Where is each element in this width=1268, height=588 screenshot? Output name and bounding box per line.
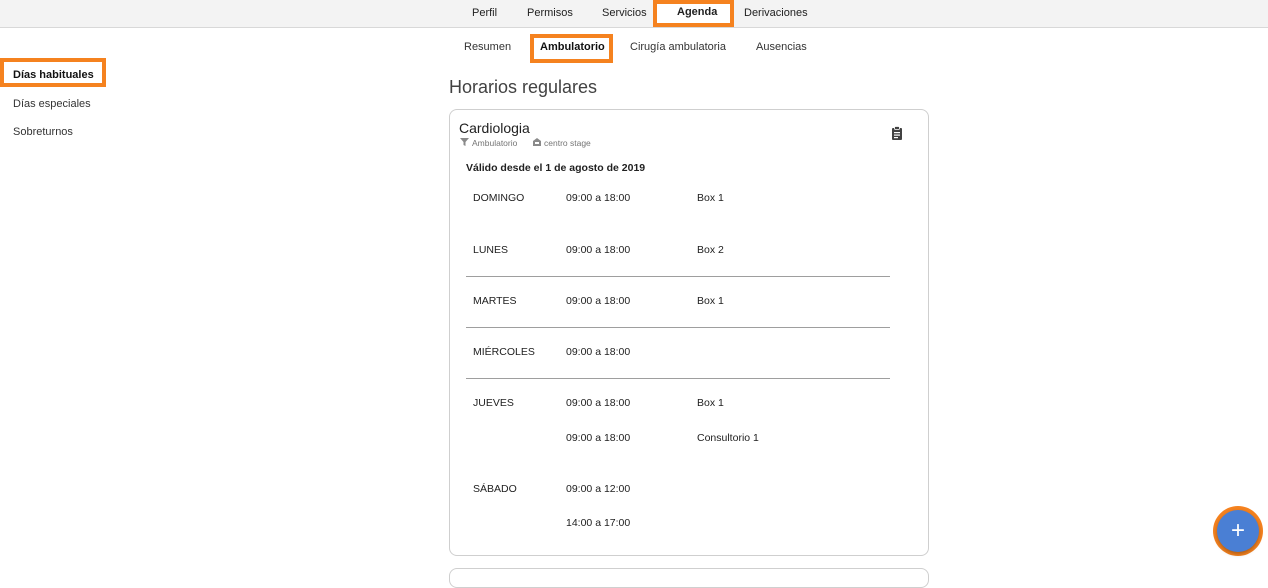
schedule-card: Cardiologia Ambulatorio centro stage Vál… — [449, 109, 929, 556]
schedule-room: Box 1 — [697, 397, 724, 409]
card-type-label: Ambulatorio — [472, 138, 518, 148]
schedule-time: 09:00 a 18:00 — [566, 432, 631, 444]
schedule-day: MARTES — [473, 295, 517, 307]
card-center-label: centro stage — [544, 138, 591, 148]
page-title: Horarios regulares — [449, 77, 598, 97]
sidebar-item-sobreturnos[interactable]: Sobreturnos — [13, 126, 73, 138]
tab-derivaciones[interactable]: Derivaciones — [744, 0, 808, 27]
schedule-day: MIÉRCOLES — [473, 346, 535, 358]
plus-icon: + — [1230, 517, 1245, 544]
building-icon — [532, 138, 542, 148]
next-schedule-card — [449, 568, 929, 588]
schedule-time: 09:00 a 12:00 — [566, 483, 631, 495]
add-schedule-button[interactable]: + — [1217, 510, 1259, 552]
tab-servicios[interactable]: Servicios — [602, 0, 647, 27]
row-divider — [466, 327, 890, 328]
schedule-time: 09:00 a 18:00 — [566, 244, 631, 256]
top-navigation-bar: Perfil Permisos Servicios Agenda Derivac… — [0, 0, 1268, 28]
schedule-day: DOMINGO — [473, 192, 525, 204]
row-divider — [466, 276, 890, 277]
tab-perfil[interactable]: Perfil — [472, 0, 497, 27]
schedule-room: Box 2 — [697, 244, 724, 256]
schedule-day: LUNES — [473, 244, 509, 256]
subtab-cirugia-ambulatoria[interactable]: Cirugía ambulatoria — [630, 41, 726, 53]
sidebar-item-dias-habituales[interactable]: Días habituales — [13, 69, 94, 81]
sidebar-item-dias-especiales[interactable]: Días especiales — [13, 98, 91, 110]
filter-icon — [460, 138, 469, 148]
schedule-time: 09:00 a 18:00 — [566, 397, 631, 409]
schedule-time: 14:00 a 17:00 — [566, 517, 631, 529]
schedule-time: 09:00 a 18:00 — [566, 346, 631, 358]
card-title: Cardiologia — [459, 120, 530, 136]
schedule-room: Box 1 — [697, 192, 724, 204]
subtab-resumen[interactable]: Resumen — [464, 41, 511, 53]
valid-from-text: Válido desde el 1 de agosto de 2019 — [466, 162, 646, 174]
subtab-ambulatorio[interactable]: Ambulatorio — [540, 41, 605, 53]
tab-agenda[interactable]: Agenda — [677, 0, 717, 26]
schedule-room: Consultorio 1 — [697, 432, 759, 444]
row-divider — [466, 378, 890, 379]
schedule-time: 09:00 a 18:00 — [566, 192, 631, 204]
subtab-ausencias[interactable]: Ausencias — [756, 41, 807, 53]
tab-permisos[interactable]: Permisos — [527, 0, 573, 27]
schedule-day: JUEVES — [473, 397, 514, 409]
clipboard-icon[interactable] — [891, 126, 903, 140]
schedule-day: SÁBADO — [473, 483, 517, 495]
schedule-room: Box 1 — [697, 295, 724, 307]
schedule-time: 09:00 a 18:00 — [566, 295, 631, 307]
